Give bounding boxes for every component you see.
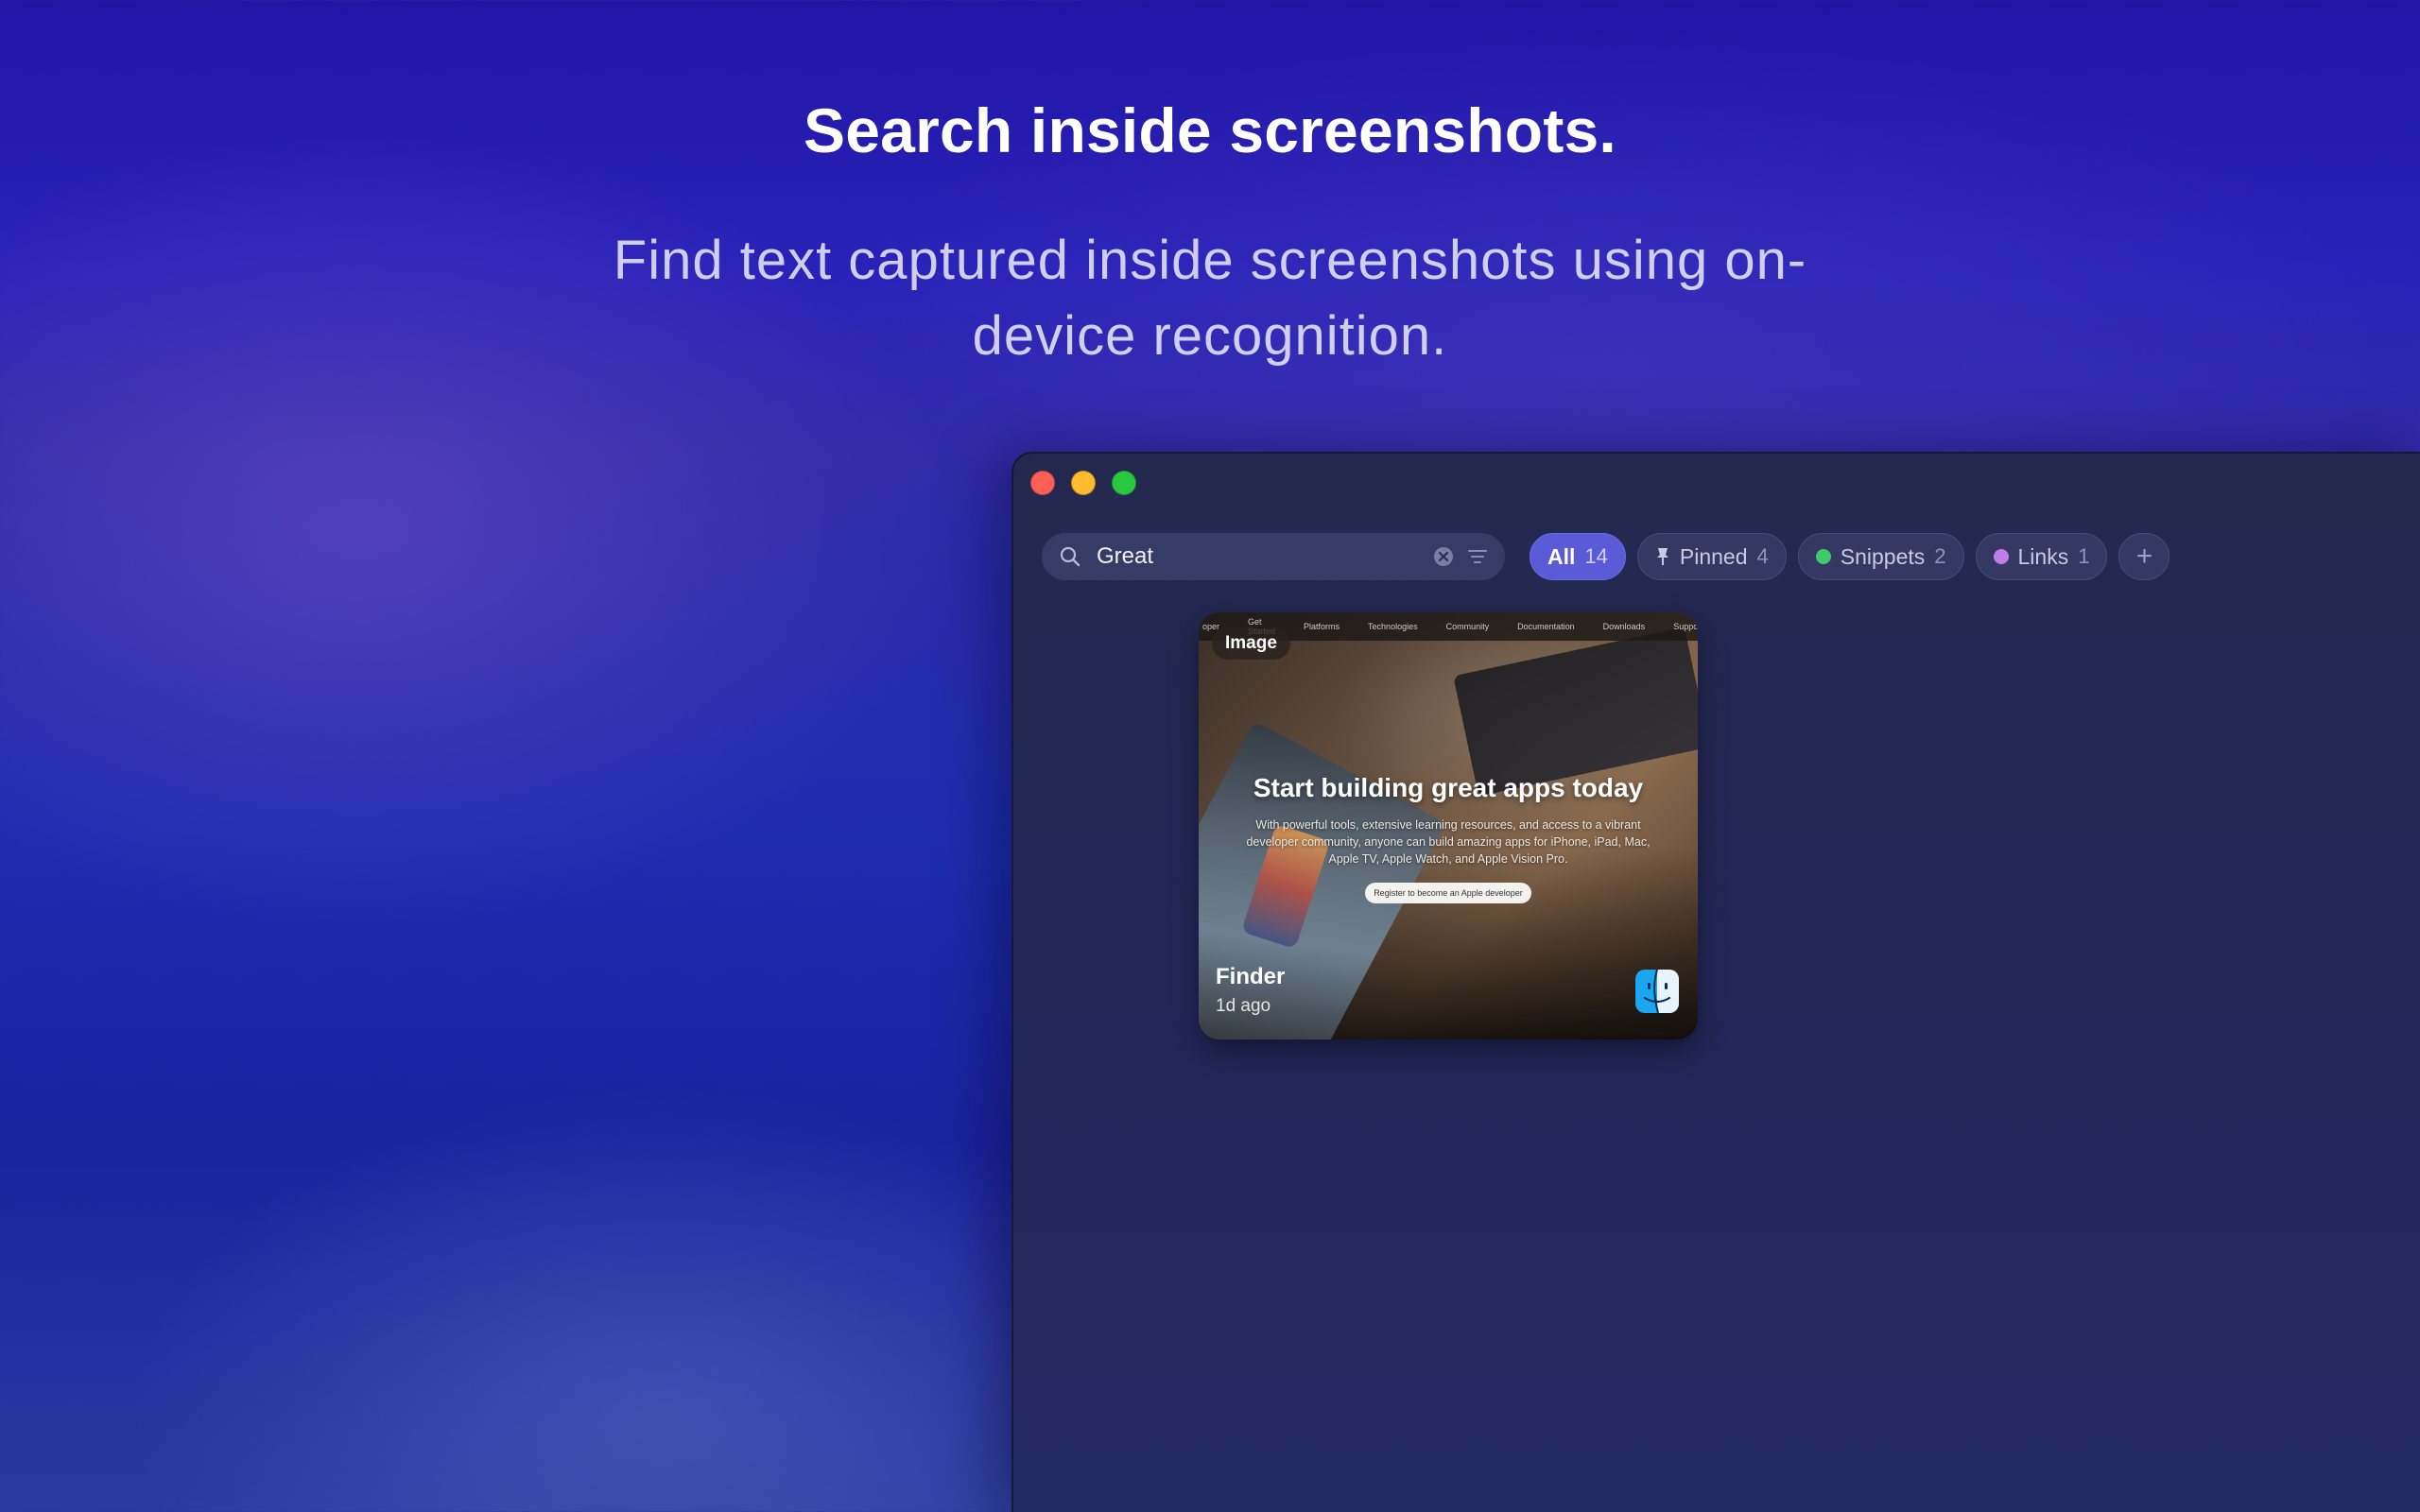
result-card[interactable]: oper Get Started Platforms Technologies … <box>1199 612 1698 1040</box>
nav-item: Downloads <box>1602 622 1646 631</box>
nav-item: Platforms <box>1304 622 1340 631</box>
nav-item: oper <box>1202 622 1220 631</box>
search-field[interactable]: Great <box>1042 533 1505 580</box>
chip-label: Links <box>2017 543 2069 569</box>
card-timestamp: 1d ago <box>1216 996 1271 1016</box>
finder-icon <box>1635 970 1679 1013</box>
chip-links[interactable]: Links 1 <box>1975 533 2108 580</box>
search-input[interactable]: Great <box>1097 543 1420 570</box>
screenshot-cta: Register to become an Apple developer <box>1365 883 1531 903</box>
type-badge: Image <box>1212 627 1290 660</box>
nav-item: Technologies <box>1368 622 1418 631</box>
nav-item: Documentation <box>1517 622 1575 631</box>
chip-snippets[interactable]: Snippets 2 <box>1797 533 1964 580</box>
snippets-dot-icon <box>1815 549 1831 564</box>
card-app-name: Finder <box>1216 964 1286 989</box>
clear-search-icon[interactable] <box>1433 546 1454 567</box>
chip-count: 2 <box>1934 544 1946 568</box>
filter-chips: All 14 Pinned 4 Snippets 2 Links 1 + <box>1530 533 2170 580</box>
minimize-window-button[interactable] <box>1071 471 1096 495</box>
nav-item: Community <box>1445 622 1490 631</box>
chip-count: 4 <box>1756 544 1769 568</box>
screenshot-headline: Start building great apps today <box>1253 773 1644 802</box>
app-window: Great All 14 Pinned 4 Snippets 2 Links 1… <box>1011 452 2420 1512</box>
search-icon <box>1060 546 1080 567</box>
chip-count: 14 <box>1584 544 1608 568</box>
chip-label: Snippets <box>1840 543 1926 569</box>
links-dot-icon <box>1993 549 2009 564</box>
plus-icon: + <box>2135 541 2153 572</box>
nav-item: Support <box>1673 622 1698 631</box>
chip-count: 1 <box>2078 544 2090 568</box>
filter-icon[interactable] <box>1467 546 1488 567</box>
chip-label: All <box>1547 543 1576 569</box>
chip-all[interactable]: All 14 <box>1530 533 1626 580</box>
close-window-button[interactable] <box>1030 471 1055 495</box>
window-controls <box>1030 471 1136 495</box>
zoom-window-button[interactable] <box>1112 471 1136 495</box>
hero-title: Search inside screenshots. <box>804 95 1616 165</box>
laptop-image <box>1199 720 1446 1040</box>
hero-subtitle: Find text captured inside screenshots us… <box>613 230 1807 367</box>
screenshot-body: With powerful tools, extensive learning … <box>1246 818 1651 866</box>
chip-label: Pinned <box>1679 543 1748 569</box>
chip-pinned[interactable]: Pinned 4 <box>1636 533 1787 580</box>
add-filter-button[interactable]: + <box>2118 533 2170 580</box>
pin-icon <box>1656 548 1668 565</box>
keyboard-image <box>1453 627 1698 797</box>
